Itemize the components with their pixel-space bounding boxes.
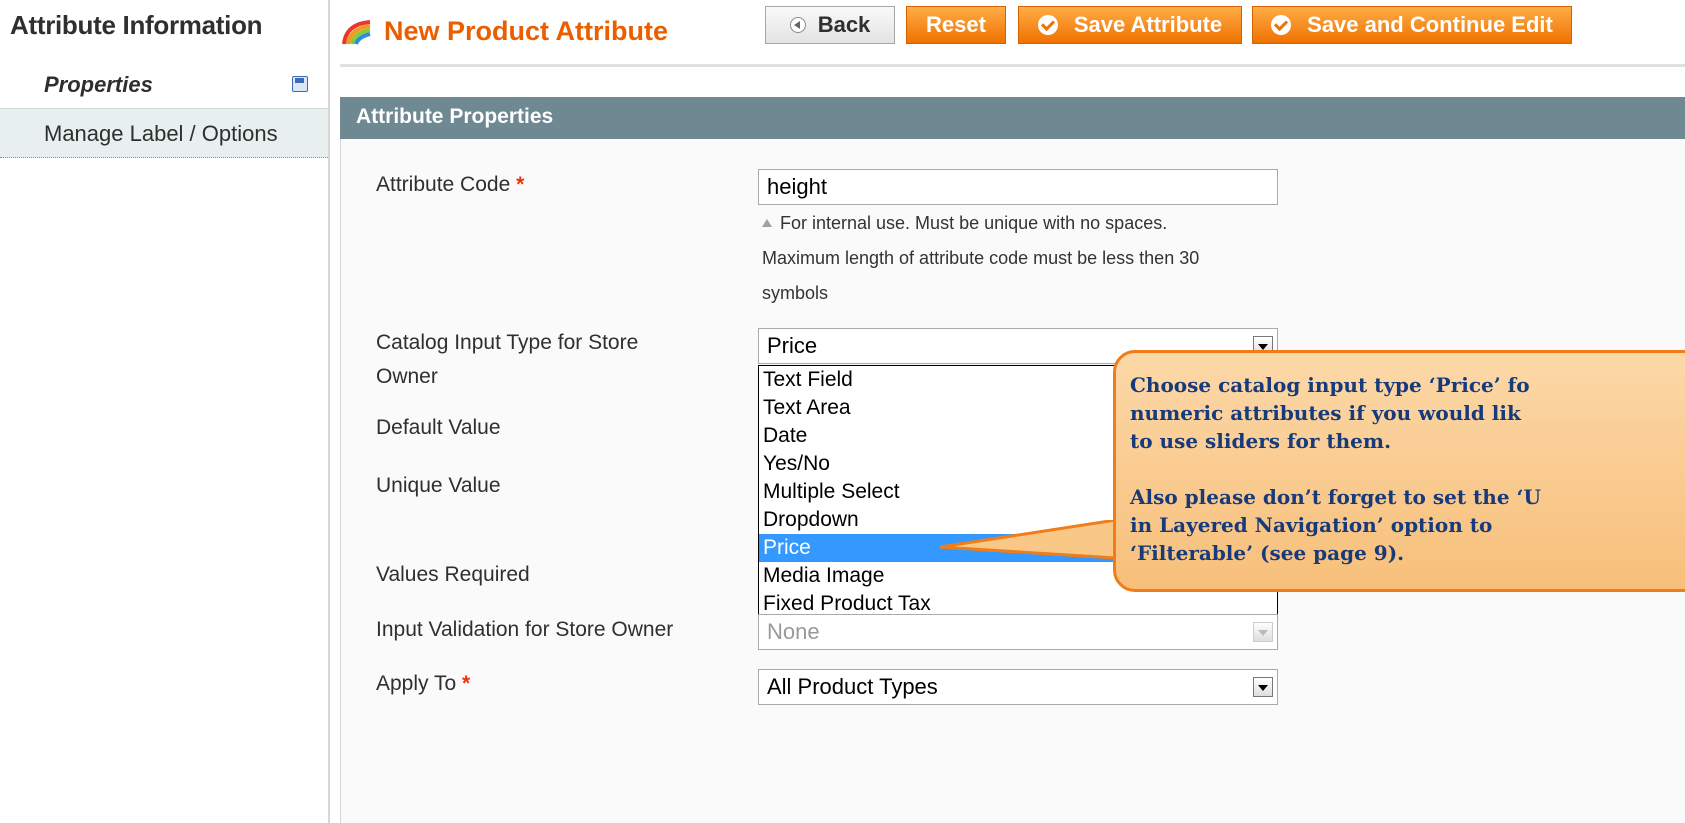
input-validation-value: None — [767, 619, 820, 644]
rainbow-icon — [342, 20, 371, 45]
callout-line: ‘Filterable’ (see page 9). — [1130, 541, 1405, 565]
page-header: New Product Attribute Back Reset Save At… — [340, 0, 1685, 67]
apply-to-select[interactable]: All Product Types — [758, 669, 1278, 705]
sidebar-title: Attribute Information — [10, 10, 263, 40]
attribute-code-label-text: Attribute Code — [376, 173, 511, 196]
input-type-value: Price — [767, 333, 818, 358]
input-type-label-line: Catalog Input Type for Store — [376, 331, 639, 354]
sidebar-item-label: Properties — [44, 72, 153, 97]
unique-value-label: Unique Value — [376, 474, 501, 497]
callout-line: Choose catalog input type ‘Price’ fo — [1130, 373, 1530, 397]
callout-line: in Layered Navigation’ option to — [1130, 513, 1493, 537]
sidebar: Attribute Information Properties Manage … — [0, 0, 330, 823]
note-line: Maximum length of attribute code must be… — [762, 248, 1200, 268]
chevron-down-icon[interactable] — [1253, 622, 1273, 642]
input-type-label: Catalog Input Type for Store Owner — [376, 326, 638, 394]
attribute-code-input[interactable]: height — [758, 169, 1278, 205]
checkmark-icon — [1037, 15, 1058, 35]
input-validation-label: Input Validation for Store Owner — [376, 618, 674, 641]
attribute-code-note: For internal use. Must be unique with no… — [762, 206, 1292, 311]
note-line: For internal use. Must be unique with no… — [780, 213, 1168, 233]
reset-button[interactable]: Reset — [906, 6, 1006, 44]
callout-line: numeric attributes if you would lik — [1130, 401, 1521, 425]
sidebar-item-properties[interactable]: Properties — [0, 66, 330, 106]
required-mark: * — [516, 173, 525, 196]
callout-pointer — [939, 520, 1118, 560]
apply-to-label: Apply To * — [376, 667, 470, 701]
divider — [328, 0, 330, 823]
sidebar-item-manage-label-options[interactable]: Manage Label / Options — [0, 108, 330, 158]
save-and-continue-button[interactable]: Save and Continue Edit — [1252, 6, 1572, 44]
checkmark-icon — [1271, 15, 1292, 35]
required-mark: * — [462, 672, 471, 695]
default-value-label: Default Value — [376, 416, 501, 439]
reset-button-label: Reset — [926, 12, 986, 37]
note-line: symbols — [762, 283, 829, 303]
callout-line: to use sliders for them. — [1130, 429, 1392, 453]
page-title: New Product Attribute — [384, 16, 669, 46]
apply-to-value: All Product Types — [767, 674, 938, 699]
input-type-label-line: Owner — [376, 365, 438, 388]
callout-tooltip: Choose catalog input type ‘Price’ fo num… — [1113, 350, 1685, 592]
chevron-down-icon[interactable] — [1253, 677, 1273, 697]
values-required-label: Values Required — [376, 563, 530, 586]
save-attribute-label: Save Attribute — [1073, 12, 1223, 37]
callout-line: Also please don’t forget to set the ‘U — [1130, 485, 1541, 509]
note-arrow-icon — [762, 219, 772, 227]
save-attribute-button[interactable]: Save Attribute — [1018, 6, 1242, 44]
back-arrow-icon — [789, 17, 806, 33]
back-button[interactable]: Back — [765, 6, 895, 44]
save-and-continue-label: Save and Continue Edit — [1307, 12, 1553, 37]
save-icon — [292, 76, 308, 92]
section-header: Attribute Properties — [340, 97, 1685, 139]
attribute-code-label: Attribute Code * — [376, 168, 524, 202]
apply-to-label-text: Apply To — [376, 672, 457, 695]
back-button-label: Back — [817, 12, 871, 37]
input-validation-select[interactable]: None — [758, 614, 1278, 650]
sidebar-item-label: Manage Label / Options — [44, 121, 278, 146]
